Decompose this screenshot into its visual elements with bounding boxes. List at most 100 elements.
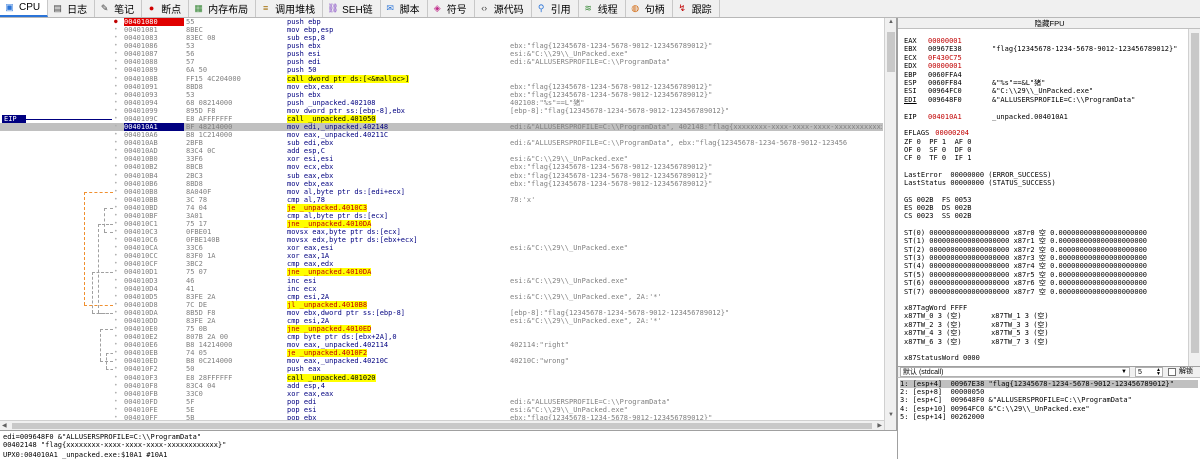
disasm-row[interactable]: • 004010CF 3BC2 cmp eax,edx bbox=[0, 260, 883, 268]
register-value[interactable]: 0F430C75 bbox=[928, 54, 992, 62]
disasm-row[interactable]: ● 00401080 55 push ebp bbox=[0, 18, 883, 26]
disasm-row[interactable]: • 004010E2 807B 2A 00 cmp byte ptr ds:[ebx+… bbox=[0, 333, 883, 341]
argument-count-spinner[interactable]: 5 ▲ ▼ bbox=[1135, 367, 1163, 377]
eflags-value[interactable]: 00000204 bbox=[935, 129, 969, 137]
disasm-row[interactable]: • 00401088 57 push edi edi:&"ALLUSERSPROFILE… bbox=[0, 58, 883, 66]
tab-threads[interactable]: ≋ 线程 bbox=[579, 0, 626, 17]
scrollbar-thumb[interactable] bbox=[12, 423, 872, 429]
argument-row[interactable]: 5: [esp+14] 00262000 bbox=[900, 413, 1198, 421]
scrollbar-thumb[interactable] bbox=[1191, 33, 1199, 353]
disasm-row[interactable]: • 004010BB 3C 78 cmp al,78 78:'x' bbox=[0, 196, 883, 204]
disasm-row[interactable]: • 004010F2 50 push eax bbox=[0, 365, 883, 373]
argument-row[interactable]: 3: [esp+C] 009648F0 &"ALLUSERSPROFILE=C:… bbox=[900, 396, 1198, 404]
disasm-row[interactable]: • 00401089 6A 50 push 50 bbox=[0, 66, 883, 74]
tab-notes[interactable]: ✎ 笔记 bbox=[95, 0, 143, 17]
disasm-row[interactable]: • 004010BF 3A01 cmp al,byte ptr ds:[ecx] bbox=[0, 212, 883, 220]
register-value[interactable]: 0060FFA4 bbox=[928, 71, 992, 79]
unlock-checkbox[interactable] bbox=[1168, 368, 1176, 376]
disasm-row[interactable]: • 004010B4 2BC3 sub eax,ebx ebx:"flag{123456… bbox=[0, 172, 883, 180]
tab-log[interactable]: ▤ 日志 bbox=[48, 0, 96, 17]
register-value[interactable]: 0060FF84 bbox=[928, 79, 992, 87]
disasm-row[interactable]: • 004010F8 83C4 04 add esp,4 bbox=[0, 382, 883, 390]
tab-references[interactable]: ⚲ 引用 bbox=[532, 0, 579, 17]
register-value[interactable]: 004010A1 bbox=[928, 113, 992, 121]
disasm-row[interactable]: • 00401094 68 08214000 push _unpacked.40210… bbox=[0, 99, 883, 107]
disasm-row[interactable]: • 004010CC 83F0 1A xor eax,1A bbox=[0, 252, 883, 260]
register-row[interactable]: EBP 0060FFA4 bbox=[904, 71, 992, 79]
register-value[interactable]: 00967E38 bbox=[928, 45, 992, 53]
register-row[interactable]: EDX 00000001 bbox=[904, 62, 992, 70]
scroll-up-icon[interactable]: ▲ bbox=[888, 19, 894, 25]
disasm-row[interactable]: • 004010C1 75 17 jne _unpacked.4010DA bbox=[0, 220, 883, 228]
registers-pane[interactable]: 隐藏FPU EAX 00000001 EBX 00967E38 "flag{123456… bbox=[897, 18, 1200, 366]
tab-script[interactable]: ✉ 脚本 bbox=[381, 0, 428, 17]
argument-row[interactable]: 1: [esp+4] 00967E38 "flag{12345678-1234-… bbox=[900, 380, 1198, 388]
disasm-row[interactable]: • 00401093 53 push ebx ebx:"flag{12345678-12… bbox=[0, 91, 883, 99]
disassembly-view[interactable]: EIP ● 00401080 55 push ebp • 00401081 8BEC mov … bbox=[0, 18, 897, 430]
disasm-row[interactable]: • 004010FB 33C0 xor eax,eax bbox=[0, 390, 883, 398]
register-value[interactable]: 00964FC0 bbox=[928, 87, 992, 95]
disasm-row[interactable]: • 004010D4 41 inc ecx bbox=[0, 285, 883, 293]
disasm-row[interactable]: • 004010D8 7C DE jl _unpacked.4010B8 bbox=[0, 300, 883, 309]
disasm-row[interactable]: • 004010ED B8 0C214000 mov eax,_unpacked.40… bbox=[0, 357, 883, 365]
disasm-row[interactable]: • 00401099 895D F8 mov dword ptr ss:[ebp-8]… bbox=[0, 107, 883, 115]
argument-row[interactable]: 4: [esp+10] 00964FC0 &"C:\\29\\_UnPacked… bbox=[900, 405, 1198, 413]
arguments-pane[interactable]: 1: [esp+4] 00967E38 "flag{12345678-1234-… bbox=[897, 378, 1200, 459]
hide-fpu-button[interactable]: 隐藏FPU bbox=[898, 18, 1200, 29]
tab-handles[interactable]: ◍ 句柄 bbox=[626, 0, 673, 17]
disasm-row[interactable]: • 004010FE 5E pop esi esi:&"C:\\29\\_UnPacke… bbox=[0, 406, 883, 414]
disasm-row[interactable]: • 00401081 8BEC mov ebp,esp bbox=[0, 26, 883, 34]
disasm-row[interactable]: • 004010BD 74 04 je _unpacked.4010C3 bbox=[0, 203, 883, 212]
eflags-row[interactable]: EFLAGS 00000204 bbox=[904, 129, 969, 137]
register-row[interactable]: EIP 004010A1 _unpacked.004010A1 bbox=[904, 113, 1068, 121]
disasm-row[interactable]: • 004010B6 8BD8 mov ebx,eax ebx:"flag{123456… bbox=[0, 180, 883, 188]
register-value[interactable]: 00000001 bbox=[928, 62, 992, 70]
tab-memory-map[interactable]: ▦ 内存布局 bbox=[189, 0, 257, 17]
scroll-down-icon[interactable]: ▼ bbox=[888, 412, 894, 418]
disasm-row[interactable]: • 004010AD 83C4 0C add esp,C bbox=[0, 147, 883, 155]
register-row[interactable]: ECX 0F430C75 bbox=[904, 54, 992, 62]
disasm-row[interactable]: • 004010A6 B8 1C214000 mov eax,_unpacked.40… bbox=[0, 131, 883, 139]
disasm-row[interactable]: • 00401086 53 push ebx ebx:"flag{12345678-12… bbox=[0, 42, 883, 50]
disasm-row[interactable]: • 004010DD 83FE 2A cmp esi,2A esi:&"C:\\29\\… bbox=[0, 317, 883, 325]
disasm-row[interactable]: • 0040108B FF15 4C204000 call dword ptr ds:… bbox=[0, 74, 883, 83]
disasm-row[interactable]: • 004010B0 33F6 xor esi,esi esi:&"C:\\29\\_U… bbox=[0, 155, 883, 163]
disasm-row[interactable]: • 0040109C E8 AFFFFFFF call _unpacked.40105… bbox=[0, 114, 883, 123]
register-value[interactable]: 009648F0 bbox=[928, 96, 992, 104]
tab-symbols[interactable]: ◈ 符号 bbox=[428, 0, 475, 17]
disasm-row[interactable]: • 004010E0 75 0B jne _unpacked.4010ED bbox=[0, 325, 883, 334]
scrollbar-thumb[interactable] bbox=[887, 32, 895, 72]
tab-seh-chain[interactable]: ⛓ SEH链 bbox=[323, 0, 381, 17]
tab-trace[interactable]: ↯ 跟踪 bbox=[673, 0, 720, 17]
disasm-row[interactable]: • 004010EB 74 05 je _unpacked.4010F2 bbox=[0, 349, 883, 358]
disasm-row[interactable]: • 004010E6 B8 14214000 mov eax,_unpacked.40… bbox=[0, 341, 883, 349]
disasm-row[interactable]: • 004010FD 5F pop edi edi:&"ALLUSERSPROFILE=… bbox=[0, 398, 883, 406]
disasm-row[interactable]: • 004010DA 8B5D F8 mov ebx,dword ptr ss:[eb… bbox=[0, 309, 883, 317]
tab-breakpoint[interactable]: ● 断点 bbox=[142, 0, 190, 17]
register-row[interactable]: EAX 00000001 bbox=[904, 37, 992, 45]
tab-source[interactable]: ‹› 源代码 bbox=[475, 0, 532, 17]
disasm-row-current[interactable]: • 004010A1 BF 48214000 mov edi,_unpacked.40… bbox=[0, 123, 883, 132]
disasm-row[interactable]: • 004010D3 46 inc esi esi:&"C:\\29\\_UnPacke… bbox=[0, 277, 883, 285]
tab-cpu[interactable]: ▣ CPU bbox=[0, 0, 49, 17]
disasm-row[interactable]: • 004010F3 E8 28FFFFFF call _unpacked.40102… bbox=[0, 373, 883, 382]
disasm-row[interactable]: • 00401091 8BD8 mov ebx,eax ebx:"flag{123456… bbox=[0, 83, 883, 91]
disasm-row[interactable]: • 004010D1 75 07 jne _unpacked.4010DA bbox=[0, 268, 883, 277]
scroll-left-icon[interactable]: ◀ bbox=[2, 422, 7, 429]
disasm-row[interactable]: • 004010CA 33C6 xor eax,esi esi:&"C:\\29\\_U… bbox=[0, 244, 883, 252]
disassembly-vertical-scrollbar[interactable]: ▲ ▼ bbox=[884, 18, 896, 430]
disasm-row[interactable]: • 004010C6 0FBE140B movsx edx,byte ptr ds:[… bbox=[0, 236, 883, 244]
register-row[interactable]: EDI 009648F0 &"ALLUSERSPROFILE=C:\\Program… bbox=[904, 96, 1135, 104]
calling-convention-select[interactable]: 默认 (stdcall) ▼ bbox=[900, 367, 1130, 377]
disasm-row[interactable]: • 004010C3 0FBE01 movsx eax,byte ptr ds:[ec… bbox=[0, 228, 883, 236]
disasm-row[interactable]: • 004010B8 8A040F mov al,byte ptr ds:[edi+e… bbox=[0, 188, 883, 196]
disasm-row[interactable]: • 004010B2 8BCB mov ecx,ebx ebx:"flag{123456… bbox=[0, 163, 883, 171]
register-value[interactable]: 00000001 bbox=[928, 37, 992, 45]
argument-row[interactable]: 2: [esp+8] 00000050 bbox=[900, 388, 1198, 396]
disassembly-horizontal-scrollbar[interactable]: ◀ ▶ bbox=[0, 420, 884, 430]
register-row[interactable]: ESI 00964FC0 &"C:\\29\\_UnPacked.exe" bbox=[904, 87, 1093, 95]
register-row[interactable]: EBX 00967E38 "flag{12345678-1234-5678-9012… bbox=[904, 45, 1177, 53]
register-row[interactable]: ESP 0060FF84 &"%s"==&L"猪" bbox=[904, 79, 1045, 87]
disasm-row[interactable]: • 004010D5 83FE 2A cmp esi,2A esi:&"C:\\29\\… bbox=[0, 293, 883, 301]
disasm-row[interactable]: • 00401083 83EC 08 sub esp,8 bbox=[0, 34, 883, 42]
